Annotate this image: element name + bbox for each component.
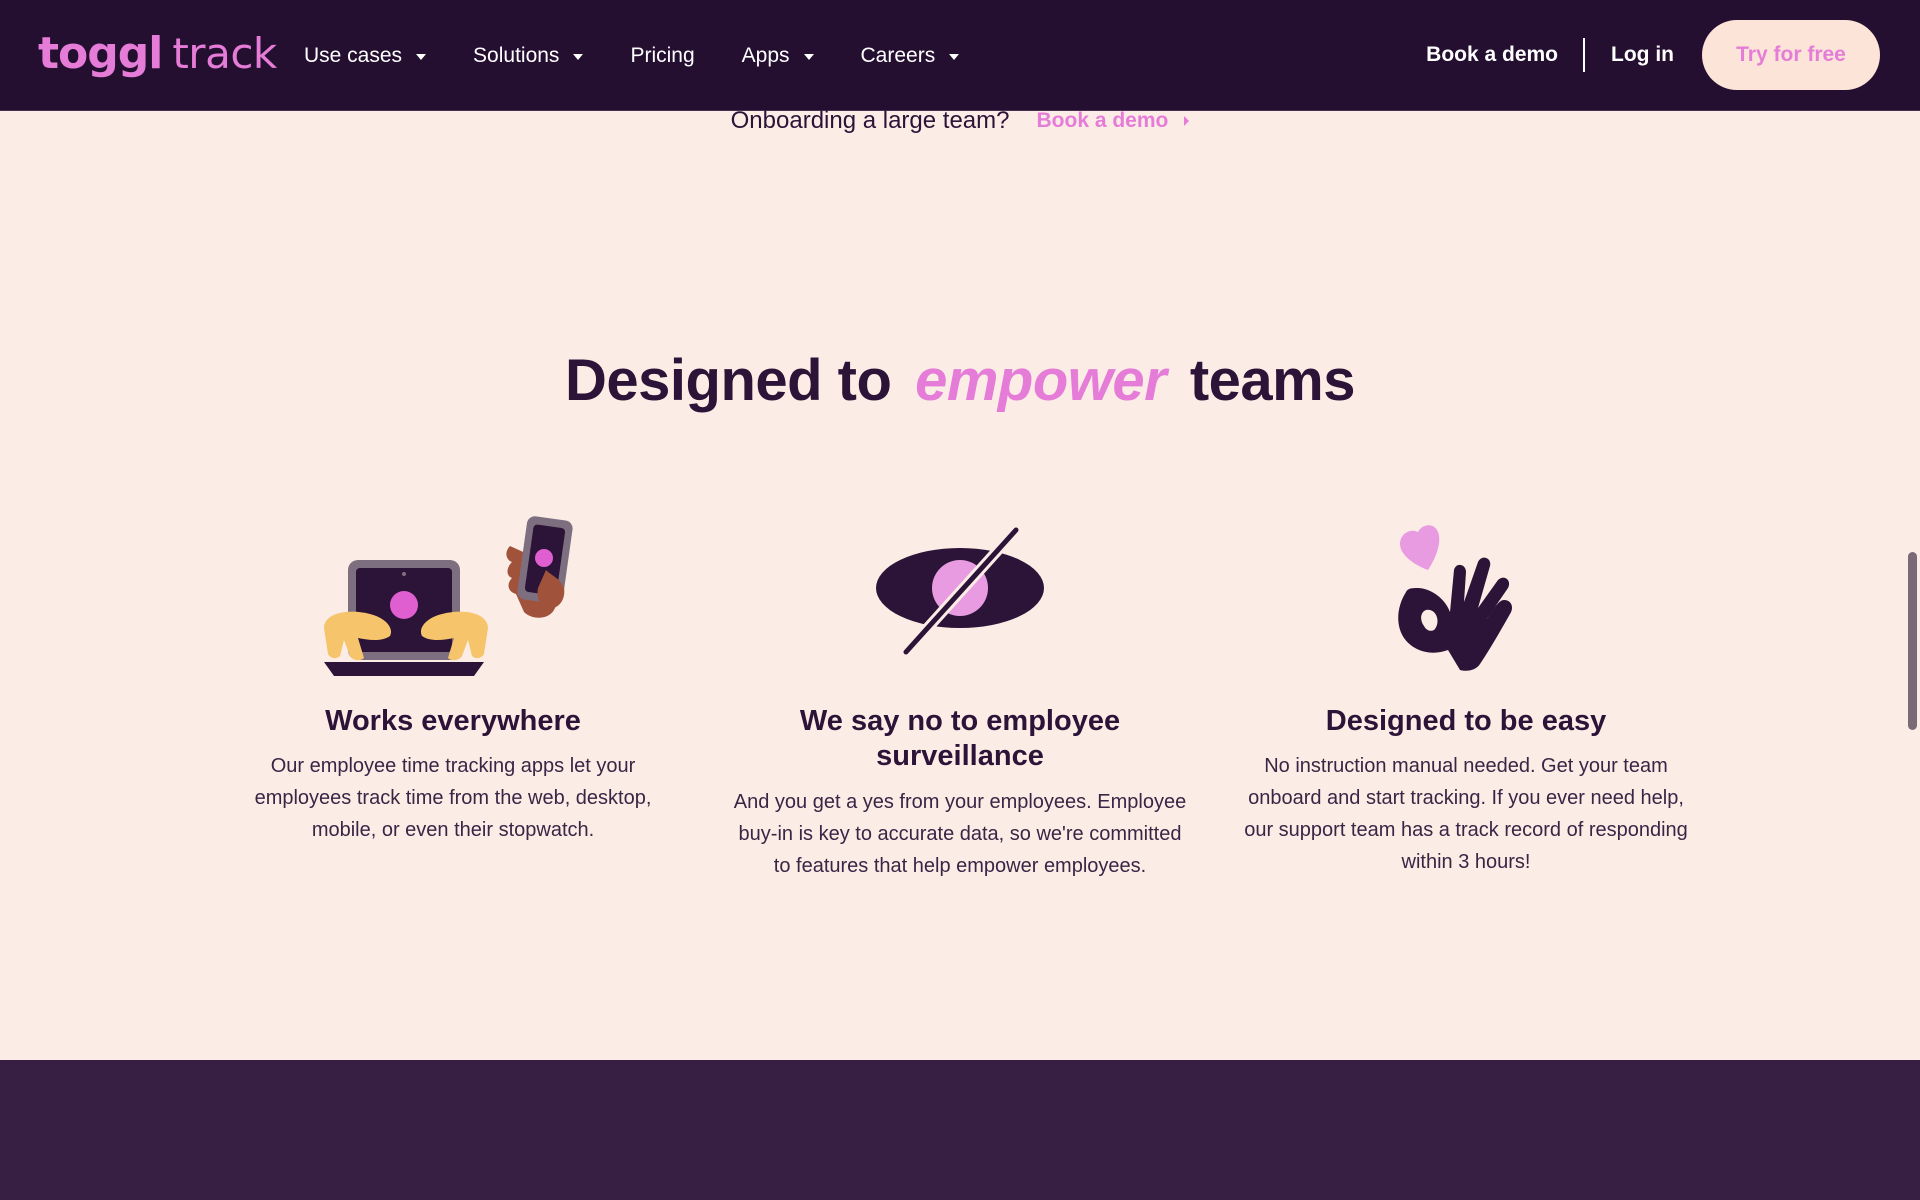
feature-title: Designed to be easy [1325,705,1607,737]
chevron-down-icon [949,53,960,60]
feature-description: And you get a yes from your employees. E… [733,791,1187,877]
onboarding-cta: Onboarding a large team? Book a demo [0,106,1920,136]
next-section-band [0,1060,1920,1200]
page-scrollbar[interactable] [1908,552,1917,730]
feature-title: We say no to employee surveillance [799,705,1121,772]
log-in-link[interactable]: Log in [1611,43,1674,67]
top-navigation: toggl track Use cases Solutions Pricing … [0,0,1920,111]
nav-item-label: Pricing [630,43,695,67]
nav-actions: Book a demo Log in Try for free [1426,20,1880,90]
nav-item-label: Solutions [473,43,560,67]
feature-description: Our employee time tracking apps let your… [254,755,652,841]
onboarding-book-demo-link[interactable]: Book a demo [1037,109,1190,133]
logo-track-text: track [172,29,277,78]
feature-designed-to-be-easy: Designed to be easy No instruction manua… [1240,500,1692,880]
nav-item-apps[interactable]: Apps [742,36,814,76]
onboarding-text: Onboarding a large team? [730,107,1010,134]
feature-no-surveillance: We say no to employee surveillance And y… [728,500,1192,920]
chevron-down-icon [416,53,427,60]
nav-item-careers[interactable]: Careers [861,36,960,76]
onboarding-link-label: Book a demo [1036,109,1169,132]
crossed-eye-icon [876,524,1044,658]
toggl-track-logo[interactable]: toggl track [38,26,277,82]
try-for-free-button[interactable]: Try for free [1702,20,1880,90]
feature-title: Works everywhere [325,705,581,737]
nav-item-label: Careers [860,43,936,67]
chevron-down-icon [803,53,814,60]
heading-part-before: Designed to [565,348,892,413]
nav-item-label: Use cases [304,43,403,67]
feature-works-everywhere: Works everywhere Our employee time track… [230,500,676,860]
laptop-phone-hands-icon [324,516,573,676]
heading-accent-word: empower [915,348,1167,413]
feature-description: No instruction manual needed. Get your t… [1244,755,1688,873]
ok-hand-heart-icon [1398,525,1512,671]
heading-part-after: teams [1189,348,1356,413]
section-heading: Designed to empower teams [0,346,1920,416]
nav-item-pricing[interactable]: Pricing [630,36,694,76]
nav-divider [1583,38,1586,72]
book-demo-link[interactable]: Book a demo [1426,43,1558,67]
nav-item-label: Apps [741,43,790,67]
chevron-right-icon [1184,116,1190,126]
nav-item-use-cases[interactable]: Use cases [304,36,427,76]
logo-toggl-text: toggl [38,28,163,79]
main-menu: Use cases Solutions Pricing Apps Careers [304,0,1006,111]
nav-item-solutions[interactable]: Solutions [473,36,584,76]
chevron-down-icon [573,53,584,60]
